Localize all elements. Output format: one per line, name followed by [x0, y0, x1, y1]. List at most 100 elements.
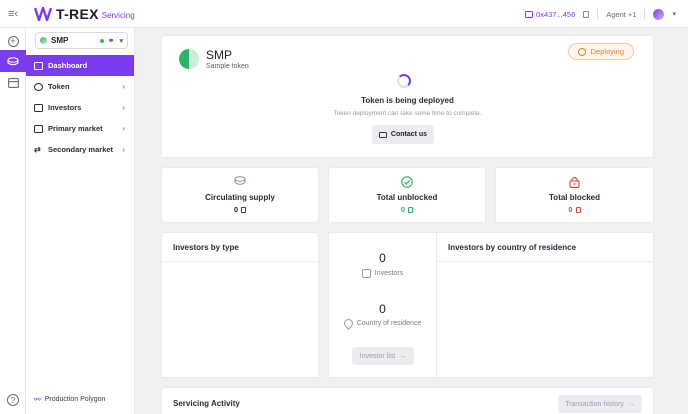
- wallet-address-text: 0x437...456: [536, 9, 576, 19]
- copy-icon[interactable]: [583, 10, 590, 18]
- divider: [437, 261, 653, 262]
- tag-icon: [34, 124, 43, 133]
- sidebar-item-token[interactable]: Token ›: [26, 76, 134, 97]
- clock-icon: [577, 47, 586, 56]
- sidebar-item-label: Token: [48, 82, 70, 91]
- coin-icon: [34, 82, 43, 91]
- calendar-icon: [7, 78, 19, 88]
- user-card-icon: [361, 269, 371, 278]
- deploy-description: Token deployment can take some time to c…: [333, 110, 482, 117]
- contact-us-button[interactable]: Contact us: [372, 125, 434, 144]
- circulating-supply-card: Circulating supply 0: [161, 167, 319, 223]
- status-dot-icon: [99, 38, 104, 43]
- investors-count: 0: [379, 251, 386, 265]
- logo[interactable]: T-REX Servicing: [34, 6, 135, 22]
- copy-icon[interactable]: [575, 207, 581, 213]
- wallet-icon: [525, 10, 534, 18]
- add-token-button[interactable]: +: [0, 30, 26, 52]
- countries-count: 0: [379, 302, 386, 316]
- divider: [162, 261, 318, 262]
- investors-label-text: Investors: [374, 270, 404, 277]
- left-rail: +: [0, 28, 26, 414]
- stat-label: Total unblocked: [376, 193, 438, 202]
- section-title: Investors by country of residence: [448, 243, 577, 252]
- copy-icon[interactable]: [408, 207, 414, 213]
- sidebar-nav: Dashboard Token › Investors › Primary ma…: [26, 55, 134, 160]
- sidebar-item-label: Investors: [48, 103, 82, 112]
- sidebar-item-secondary-market[interactable]: ⇄ Secondary market ›: [26, 139, 134, 160]
- stat-value-text: 0: [400, 205, 406, 214]
- token-selector[interactable]: SMP ⚭ ▾: [35, 32, 128, 49]
- chevron-down-icon[interactable]: ▾: [672, 10, 676, 18]
- investors-by-type-card: Investors by type: [161, 232, 319, 378]
- sidebar-item-label: Primary market: [48, 124, 103, 133]
- swap-icon: ⇄: [34, 144, 41, 154]
- top-right-controls: 0x437...456 Agent +1 ▾: [525, 0, 676, 28]
- chevron-right-icon: ›: [122, 124, 125, 133]
- product-name: Servicing: [101, 11, 135, 20]
- section-title: Investors by type: [173, 243, 239, 252]
- coins-icon: [234, 176, 246, 185]
- arrow-right-icon: →: [627, 400, 635, 408]
- servicing-activity-card: Servicing Activity Transaction history →: [161, 387, 654, 414]
- investors-summary-card: 0 Investors 0 Country of residence Inves…: [328, 232, 436, 378]
- investors-by-country-card: Investors by country of residence: [436, 232, 654, 378]
- token-name: SMP: [206, 48, 233, 62]
- stat-value: 0: [329, 205, 485, 214]
- arrow-right-icon: →: [399, 352, 407, 360]
- sidebar-item-label: Secondary market: [48, 145, 114, 154]
- token-selector-label: SMP: [51, 36, 69, 45]
- sidebar-item-primary-market[interactable]: Primary market ›: [26, 118, 134, 139]
- calendar-rail-button[interactable]: [0, 72, 26, 94]
- sidebar-item-label: Dashboard: [48, 61, 88, 70]
- token-avatar: [179, 49, 199, 69]
- chevron-right-icon: ›: [122, 103, 125, 112]
- tokens-rail-button[interactable]: [0, 50, 26, 72]
- user-card-icon: [34, 103, 43, 112]
- loading-spinner-icon: [397, 74, 411, 88]
- wallet-address[interactable]: 0x437...456: [525, 10, 575, 19]
- total-unblocked-card: Total unblocked 0: [328, 167, 486, 223]
- plus-circle-icon: +: [7, 35, 19, 47]
- deployment-status-card: SMP Sample token Deploying Token is bein…: [161, 35, 654, 158]
- mail-icon: [378, 131, 387, 138]
- transaction-history-button[interactable]: Transaction history →: [558, 395, 642, 413]
- avatar[interactable]: [653, 8, 665, 20]
- network-label: Production Polygon: [44, 396, 106, 403]
- link-icon: ⚭: [107, 36, 115, 45]
- investor-list-label: Investor list: [359, 352, 396, 360]
- role-label: Agent +1: [606, 9, 637, 19]
- brand-name: T-REX: [56, 5, 99, 22]
- status-badge-label: Deploying: [590, 47, 624, 56]
- stat-label: Total blocked: [549, 193, 600, 202]
- transaction-history-label: Transaction history: [565, 400, 624, 408]
- check-circle-icon: [401, 176, 413, 188]
- trex-logo-icon: [34, 6, 52, 21]
- copy-icon[interactable]: [241, 207, 247, 213]
- network-indicator[interactable]: ⚯ Production Polygon: [34, 395, 105, 404]
- countries-label-text: Country of residence: [356, 320, 422, 327]
- polygon-icon: ⚯: [34, 395, 41, 404]
- contact-us-label: Contact us: [390, 131, 428, 138]
- grid-icon: [34, 61, 43, 70]
- help-icon[interactable]: ?: [7, 394, 19, 406]
- sidebar: SMP ⚭ ▾ Dashboard Token › Investors › Pr…: [26, 28, 135, 414]
- collapse-menu-icon[interactable]: ≡‹: [0, 0, 26, 28]
- stat-value: 0: [496, 205, 653, 214]
- investor-list-button[interactable]: Investor list →: [352, 347, 414, 365]
- stat-value-text: 0: [568, 205, 573, 214]
- chevron-right-icon: ›: [122, 82, 125, 91]
- lock-icon: [569, 176, 580, 188]
- total-blocked-card: Total blocked 0: [495, 167, 654, 223]
- top-bar: ≡‹ T-REX Servicing 0x437...456 Agent +1 …: [0, 0, 688, 28]
- sidebar-item-dashboard[interactable]: Dashboard: [26, 55, 134, 76]
- stat-value-text: 0: [233, 205, 239, 214]
- location-pin-icon: [341, 317, 355, 330]
- status-badge: Deploying: [567, 43, 634, 60]
- token-avatar-icon: [40, 37, 47, 44]
- divider: [597, 9, 599, 19]
- deploy-title: Token is being deployed: [361, 96, 454, 105]
- investors-label: Investors: [329, 269, 436, 278]
- sidebar-item-investors[interactable]: Investors ›: [26, 97, 134, 118]
- countries-label: Country of residence: [329, 317, 436, 330]
